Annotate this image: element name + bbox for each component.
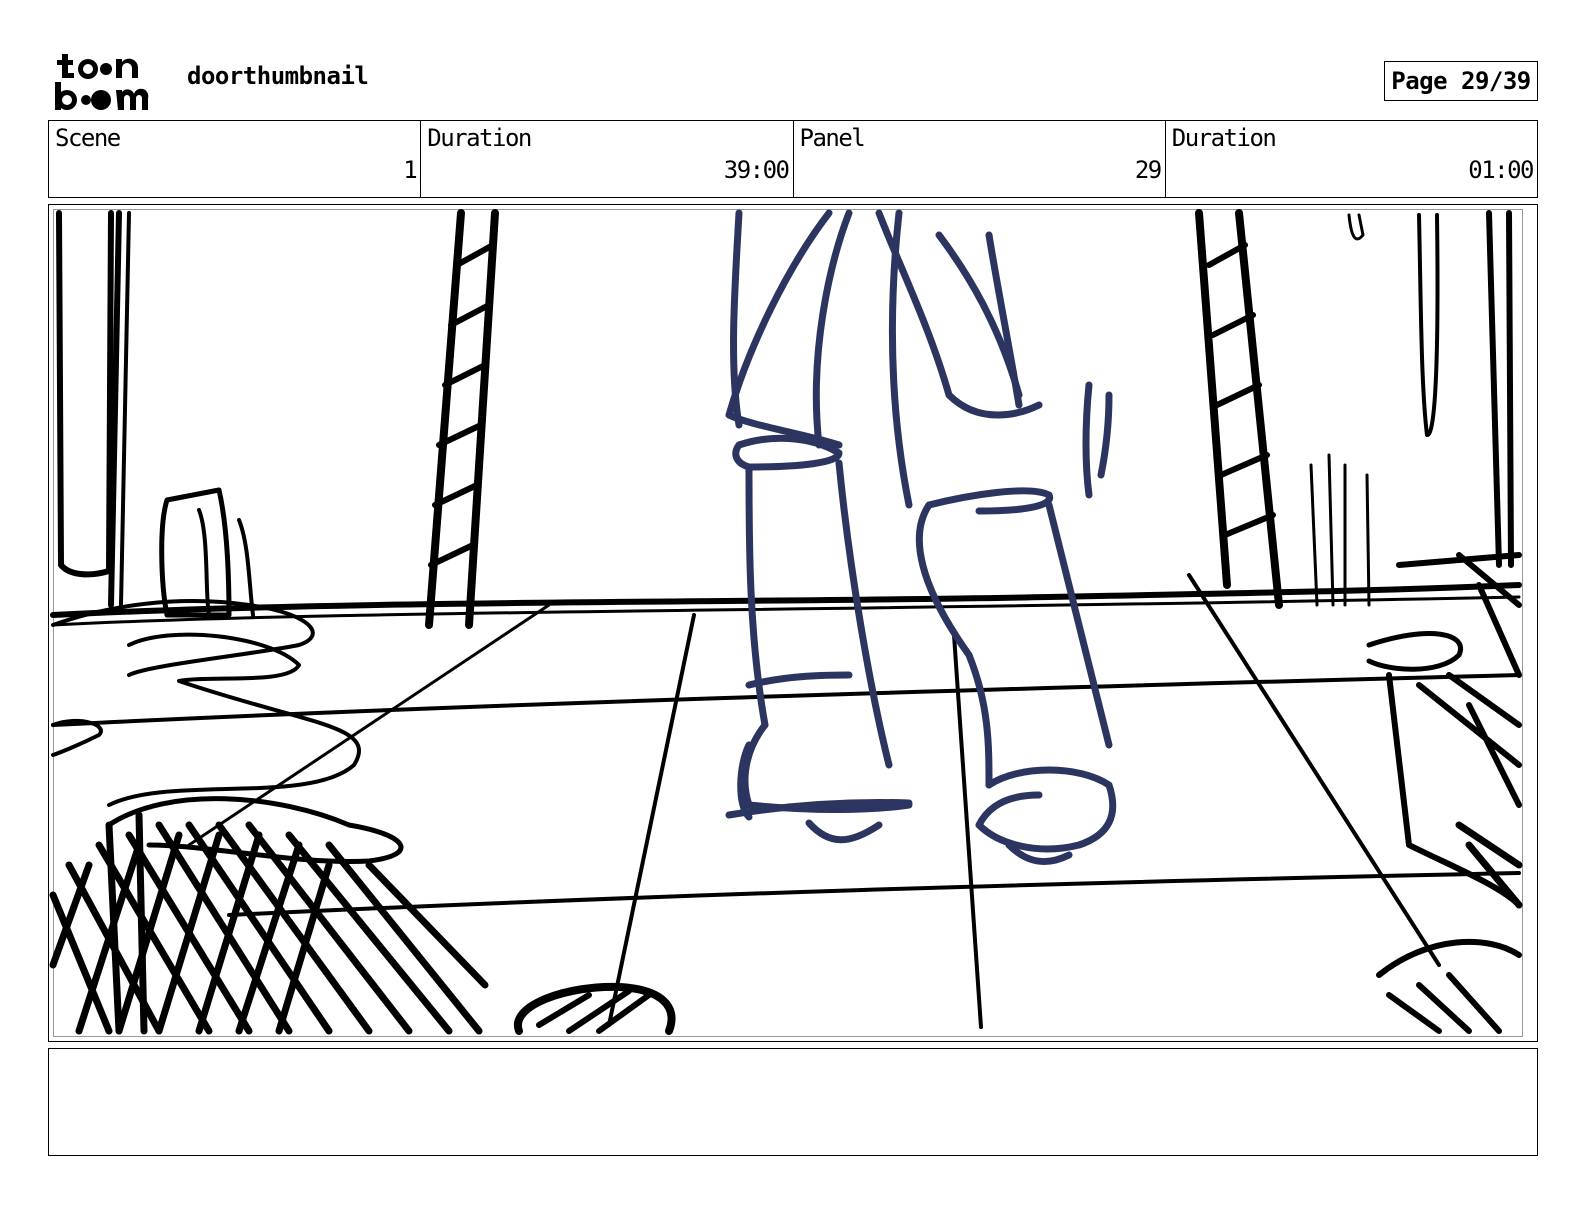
panel-cell: Panel 29 <box>794 121 1166 197</box>
scene-cell: Scene 1 <box>49 121 422 197</box>
scene-duration-cell: Duration 39:00 <box>421 121 794 197</box>
background-sketch <box>49 209 1523 1035</box>
panel-value: 29 <box>1134 156 1162 184</box>
panel-notes <box>48 1048 1538 1156</box>
toonboom-logo <box>55 54 149 110</box>
panel-label: Panel <box>799 124 866 152</box>
panel-duration-label: Duration <box>1171 124 1277 152</box>
character-legs-sketch <box>725 209 1117 866</box>
document-title: doorthumbnail <box>187 62 369 90</box>
storyboard-panel <box>48 204 1538 1042</box>
scene-duration-value: 39:00 <box>723 156 790 184</box>
panel-duration-value: 01:00 <box>1468 156 1534 184</box>
panel-info-table: Scene 1 Duration 39:00 Panel 29 Duration… <box>48 120 1538 198</box>
scene-value: 1 <box>403 156 417 184</box>
page-indicator: Page 29/39 <box>1384 61 1538 101</box>
scene-duration-label: Duration <box>427 124 532 152</box>
scene-label: Scene <box>55 124 121 152</box>
panel-duration-cell: Duration 01:00 <box>1166 121 1537 197</box>
panel-sketch <box>49 209 1523 1035</box>
